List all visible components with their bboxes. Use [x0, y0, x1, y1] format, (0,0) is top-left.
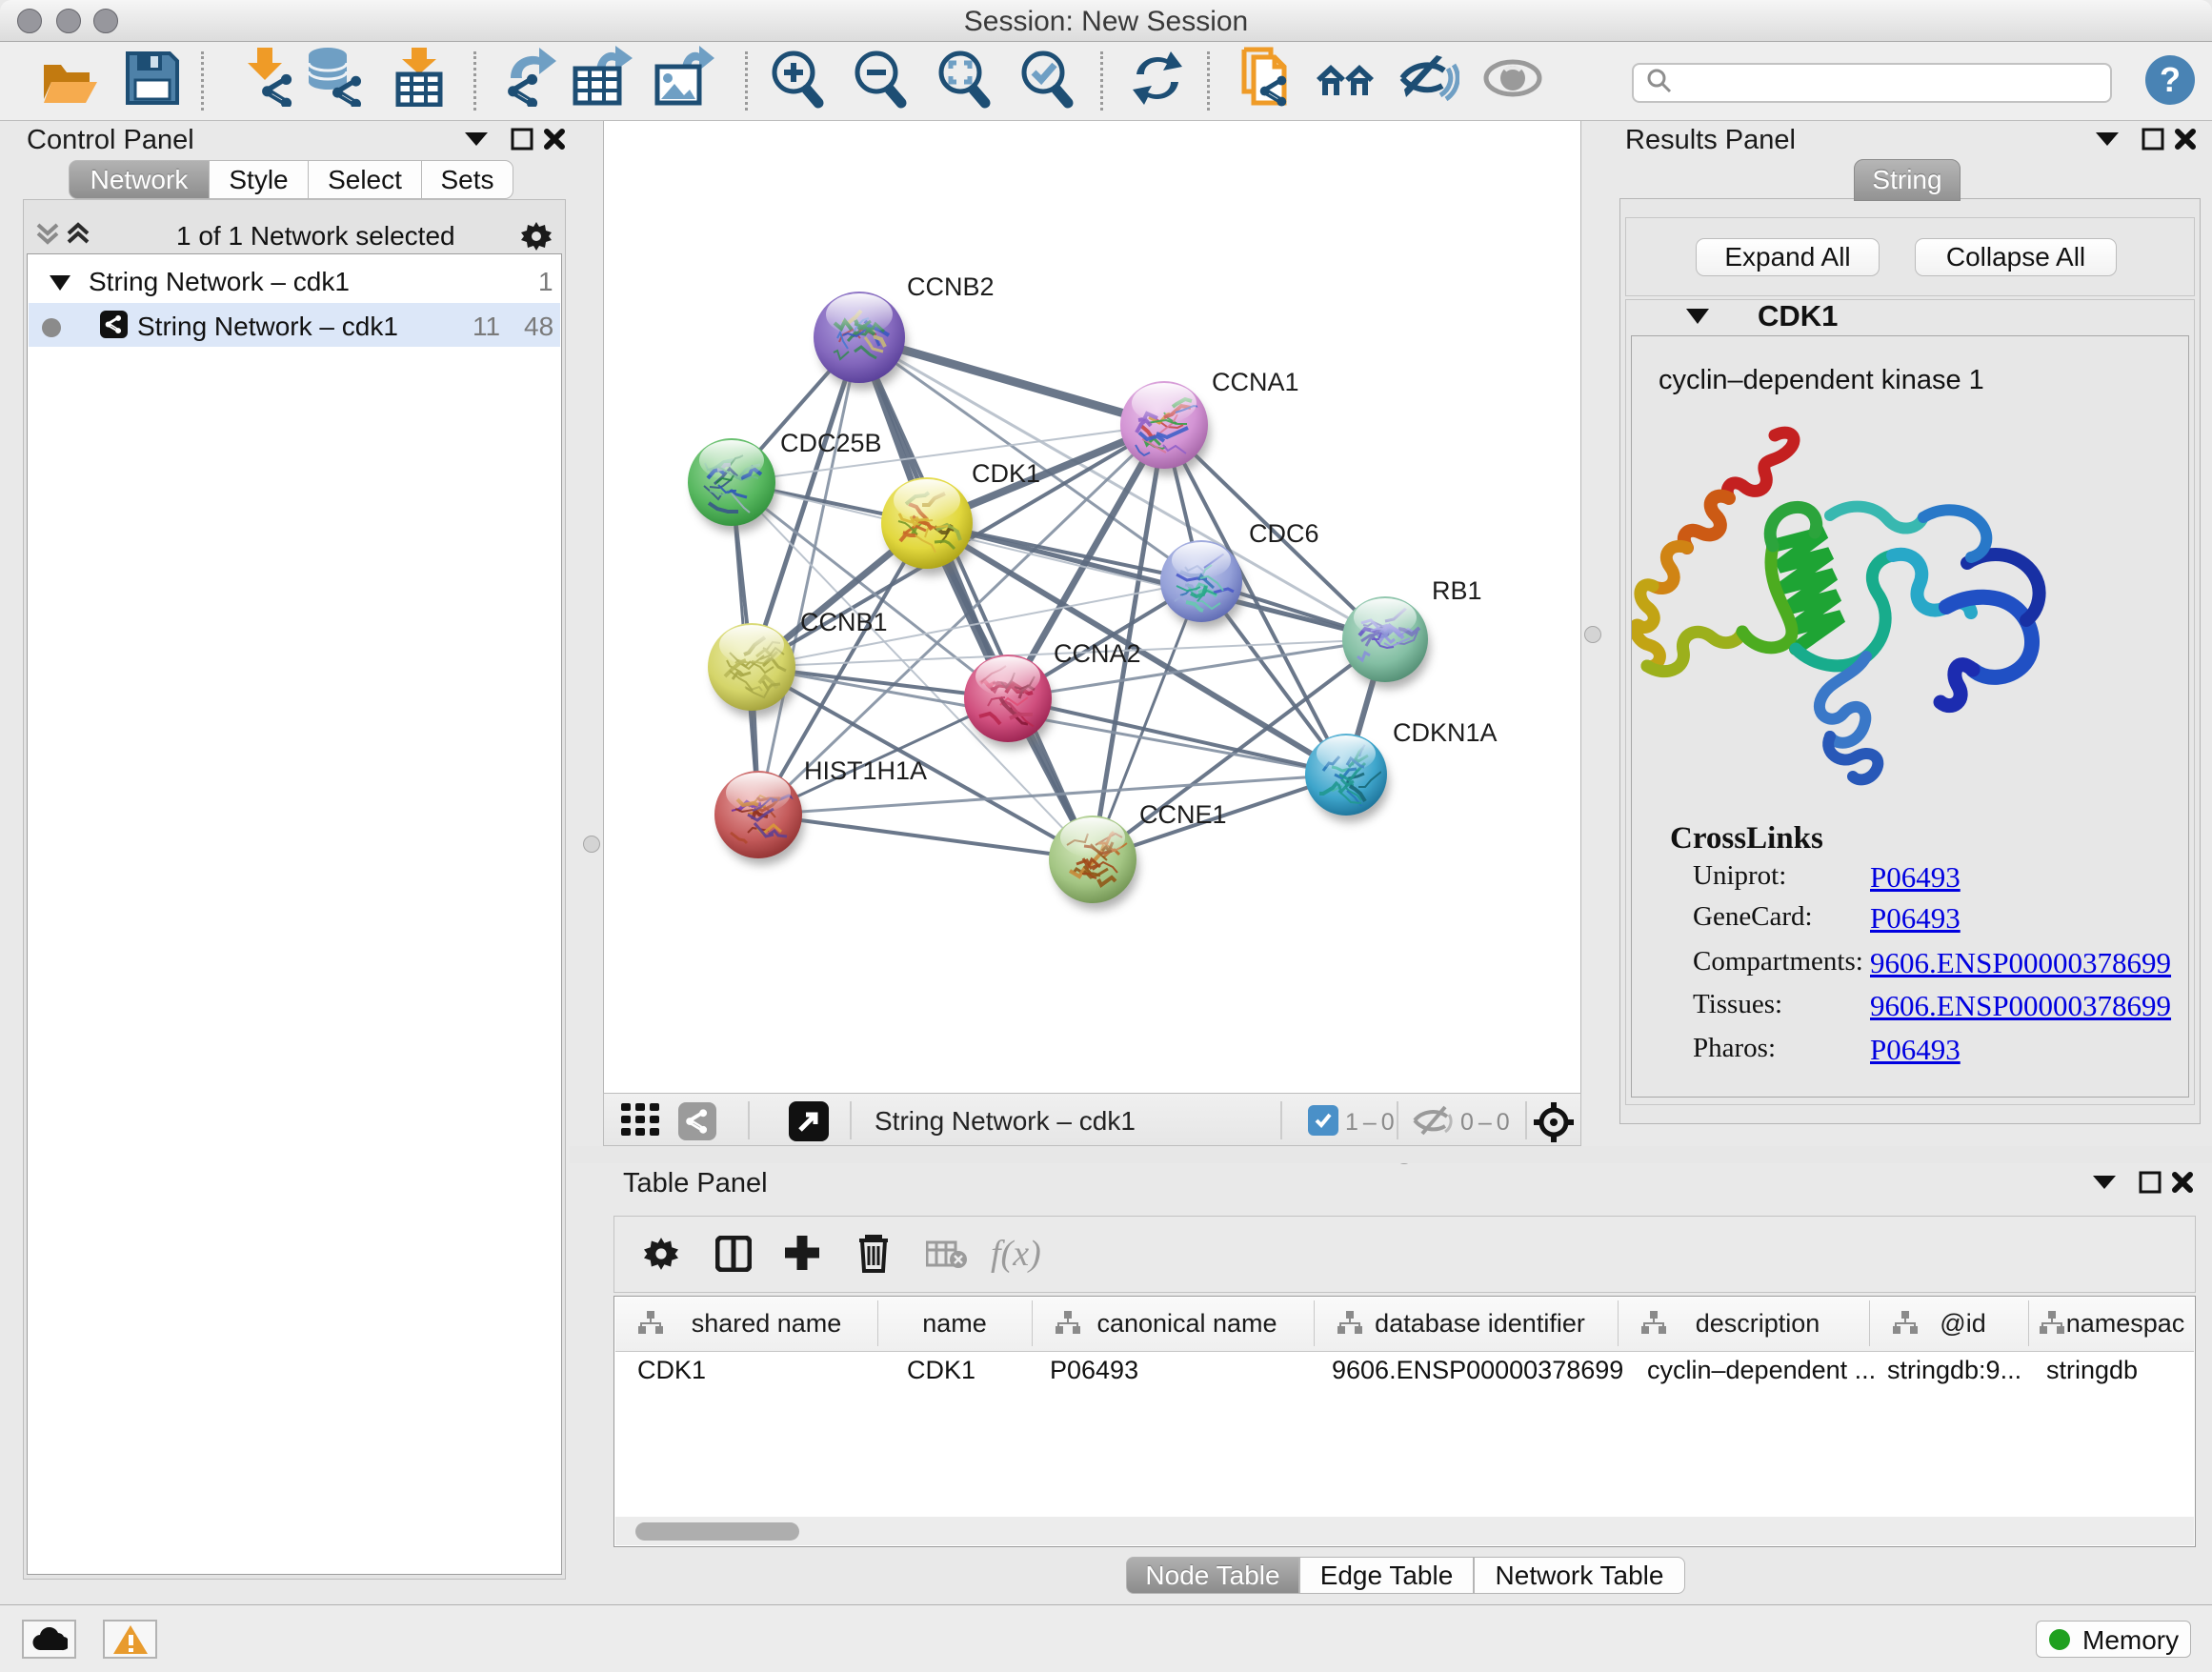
svg-text:CCNB2: CCNB2 — [907, 272, 995, 301]
svg-text:CDKN1A: CDKN1A — [1393, 718, 1498, 747]
svg-text:CDC6: CDC6 — [1249, 519, 1319, 548]
svg-text:CCNA2: CCNA2 — [1054, 639, 1141, 668]
svg-text:RB1: RB1 — [1432, 576, 1482, 605]
svg-text:CCNE1: CCNE1 — [1139, 800, 1227, 829]
svg-text:CCNB1: CCNB1 — [800, 608, 888, 636]
svg-text:?: ? — [2160, 60, 2181, 99]
svg-text:CCNA1: CCNA1 — [1212, 368, 1299, 396]
svg-text:HIST1H1A: HIST1H1A — [804, 756, 927, 785]
svg-text:CDK1: CDK1 — [972, 459, 1040, 488]
svg-text:CDC25B: CDC25B — [780, 429, 882, 457]
